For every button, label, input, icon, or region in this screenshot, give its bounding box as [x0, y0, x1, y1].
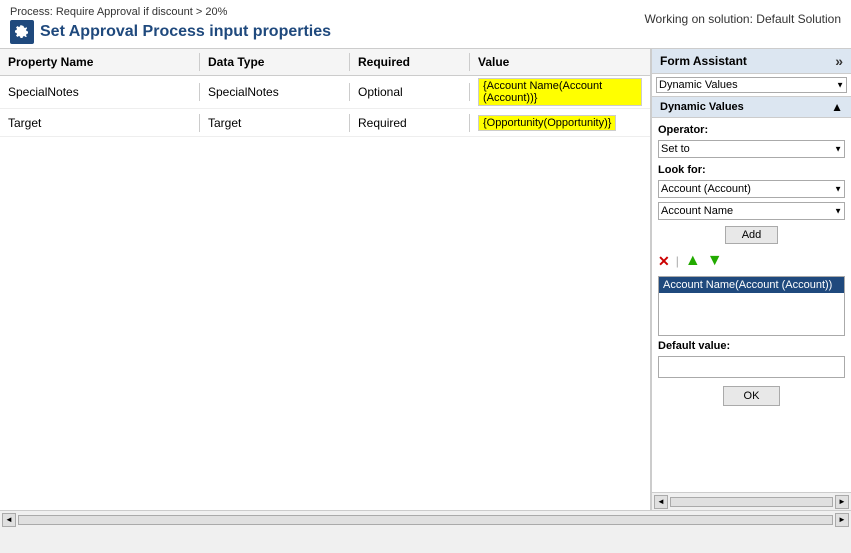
gear-icon: [14, 24, 30, 40]
top-bar: Process: Require Approval if discount > …: [0, 0, 851, 49]
default-value-input[interactable]: [658, 356, 845, 378]
cell-value-0[interactable]: {Account Name(Account (Account))}: [470, 76, 650, 108]
cell-datatype-1: Target: [200, 114, 350, 132]
right-scroll-right-arrow[interactable]: ►: [835, 495, 849, 509]
process-subtitle: Process: Require Approval if discount > …: [10, 6, 331, 18]
form-assistant-label: Form Assistant: [660, 54, 747, 68]
cell-property-1: Target: [0, 114, 200, 132]
col-header-value: Value: [470, 53, 650, 71]
cell-datatype-0: SpecialNotes: [200, 83, 350, 101]
icon-row: ✕ | ▲ ▼: [658, 250, 845, 272]
bottom-scrollbar: ◄ ►: [0, 510, 851, 528]
table-row: Target Target Required {Opportunity(Oppo…: [0, 109, 650, 137]
look-for-label: Look for:: [658, 164, 845, 176]
chevron-right-icon[interactable]: »: [835, 53, 843, 69]
working-on: Working on solution: Default Solution: [644, 6, 841, 26]
move-up-icon[interactable]: ▲: [685, 252, 701, 270]
value-tag-1: {Opportunity(Opportunity)}: [478, 115, 616, 131]
look-for-select[interactable]: Account (Account): [658, 180, 845, 198]
dynamic-values-select-wrapper: Dynamic Values: [656, 77, 847, 93]
scroll-right-arrow[interactable]: ►: [835, 513, 849, 527]
col-header-datatype: Data Type: [200, 53, 350, 71]
collapse-icon[interactable]: ▲: [831, 100, 843, 114]
delete-icon[interactable]: ✕: [658, 253, 670, 270]
operator-select[interactable]: Set to: [658, 140, 845, 158]
cell-required-0: Optional: [350, 83, 470, 101]
page-title-text: Set Approval Process input properties: [40, 23, 331, 41]
selected-list[interactable]: Account Name(Account (Account)): [658, 276, 845, 336]
operator-label: Operator:: [658, 124, 845, 136]
field-select-wrapper: Account Name: [658, 202, 845, 220]
dynamic-values-section-label: Dynamic Values: [660, 101, 744, 113]
col-header-required: Required: [350, 53, 470, 71]
add-button[interactable]: Add: [725, 226, 779, 244]
right-scroll-track[interactable]: [670, 497, 833, 507]
look-for-select-wrapper: Account (Account): [658, 180, 845, 198]
right-bottom-scrollbar: ◄ ►: [652, 492, 851, 510]
main-area: Property Name Data Type Required Value S…: [0, 49, 851, 510]
col-header-property: Property Name: [0, 53, 200, 71]
cell-property-0: SpecialNotes: [0, 83, 200, 101]
left-panel: Property Name Data Type Required Value S…: [0, 49, 651, 510]
right-panel: Form Assistant » Dynamic Values Dynamic …: [651, 49, 851, 510]
dynamic-values-row: Dynamic Values: [652, 74, 851, 97]
top-bar-left: Process: Require Approval if discount > …: [10, 6, 331, 44]
separator: |: [676, 254, 679, 268]
move-down-icon[interactable]: ▼: [707, 252, 723, 270]
default-value-label: Default value:: [658, 340, 845, 352]
gear-icon-box: [10, 20, 34, 44]
form-assistant-header: Form Assistant »: [652, 49, 851, 74]
cell-value-1[interactable]: {Opportunity(Opportunity)}: [470, 113, 650, 133]
form-section: Operator: Set to Look for: Account (Acco…: [652, 118, 851, 492]
scroll-left-arrow[interactable]: ◄: [2, 513, 16, 527]
value-tag-0: {Account Name(Account (Account))}: [478, 78, 642, 106]
cell-required-1: Required: [350, 114, 470, 132]
field-select[interactable]: Account Name: [658, 202, 845, 220]
selected-item[interactable]: Account Name(Account (Account)): [659, 277, 844, 293]
right-scroll-left-arrow[interactable]: ◄: [654, 495, 668, 509]
table-row: SpecialNotes SpecialNotes Optional {Acco…: [0, 76, 650, 109]
table-header: Property Name Data Type Required Value: [0, 49, 650, 76]
scroll-track[interactable]: [18, 515, 833, 525]
operator-select-wrapper: Set to: [658, 140, 845, 158]
ok-button[interactable]: OK: [723, 386, 781, 406]
dynamic-values-select[interactable]: Dynamic Values: [656, 77, 847, 93]
page-title: Set Approval Process input properties: [10, 20, 331, 44]
dynamic-values-section: Dynamic Values ▲: [652, 97, 851, 118]
